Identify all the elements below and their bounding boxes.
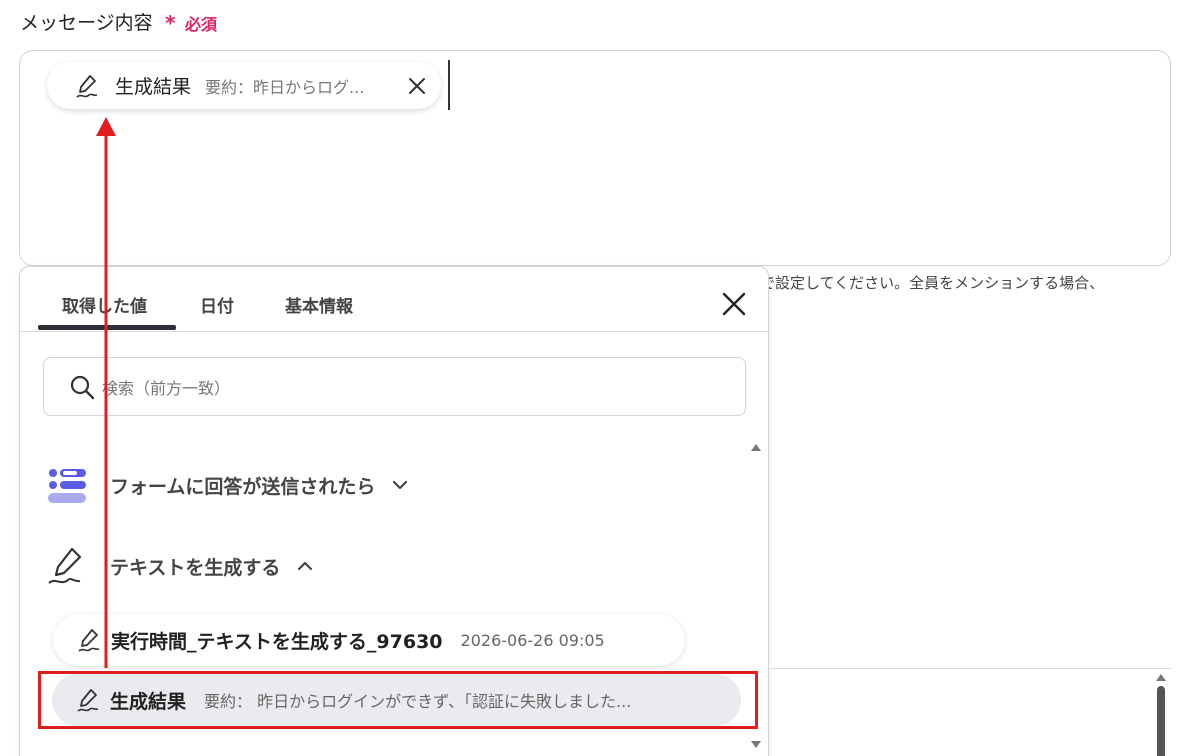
section-title: テキストを生成する [110, 556, 281, 579]
section-form-trigger[interactable]: フォームに回答が送信されたら [46, 464, 411, 506]
highlight-box [38, 671, 758, 729]
field-label: メッセージ内容 [20, 12, 153, 34]
scrollbar-thumb[interactable] [1157, 686, 1165, 756]
value-item-execution-time[interactable]: 実行時間_テキストを生成する_97630 2026-06-26 09:05 [53, 614, 685, 666]
close-icon[interactable] [720, 290, 748, 318]
field-hint: で設定してください。全員をメンションする場合、 [760, 274, 1105, 292]
pen-icon [46, 545, 88, 587]
text-caret [448, 60, 450, 110]
search-icon [68, 373, 96, 401]
lower-right-field [770, 668, 1172, 756]
section-title: フォームに回答が送信されたら [110, 475, 376, 498]
tab-date[interactable]: 日付 [200, 292, 234, 317]
inserted-value-chip[interactable]: 生成結果 要約：昨日からログ... [47, 62, 441, 109]
search-placeholder: 検索（前方一致） [102, 378, 231, 398]
pen-icon [73, 71, 103, 101]
chevron-down-icon[interactable] [389, 474, 411, 496]
scroll-up-arrow[interactable] [751, 444, 761, 451]
form-icon [46, 464, 88, 506]
tab-acquired-values[interactable]: 取得した値 [62, 292, 147, 317]
item-value: 2026-06-26 09:05 [460, 630, 605, 650]
tab-divider [20, 331, 768, 332]
chip-remove-icon[interactable] [405, 74, 429, 98]
tab-basic-info[interactable]: 基本情報 [285, 292, 353, 317]
section-generate-text[interactable]: テキストを生成する [46, 545, 316, 587]
chip-value: 要約：昨日からログ... [205, 77, 365, 97]
required-badge: 必須 [185, 15, 218, 34]
item-name: 実行時間_テキストを生成する_97630 [111, 630, 443, 653]
required-star: * [165, 11, 176, 35]
chevron-up-icon[interactable] [294, 555, 316, 577]
search-input[interactable]: 検索（前方一致） [43, 357, 746, 416]
active-tab-indicator [38, 325, 176, 330]
scroll-up-arrow[interactable] [1156, 674, 1166, 681]
chip-name: 生成結果 [115, 76, 192, 98]
pen-icon [75, 625, 105, 655]
scroll-down-arrow[interactable] [751, 741, 761, 748]
